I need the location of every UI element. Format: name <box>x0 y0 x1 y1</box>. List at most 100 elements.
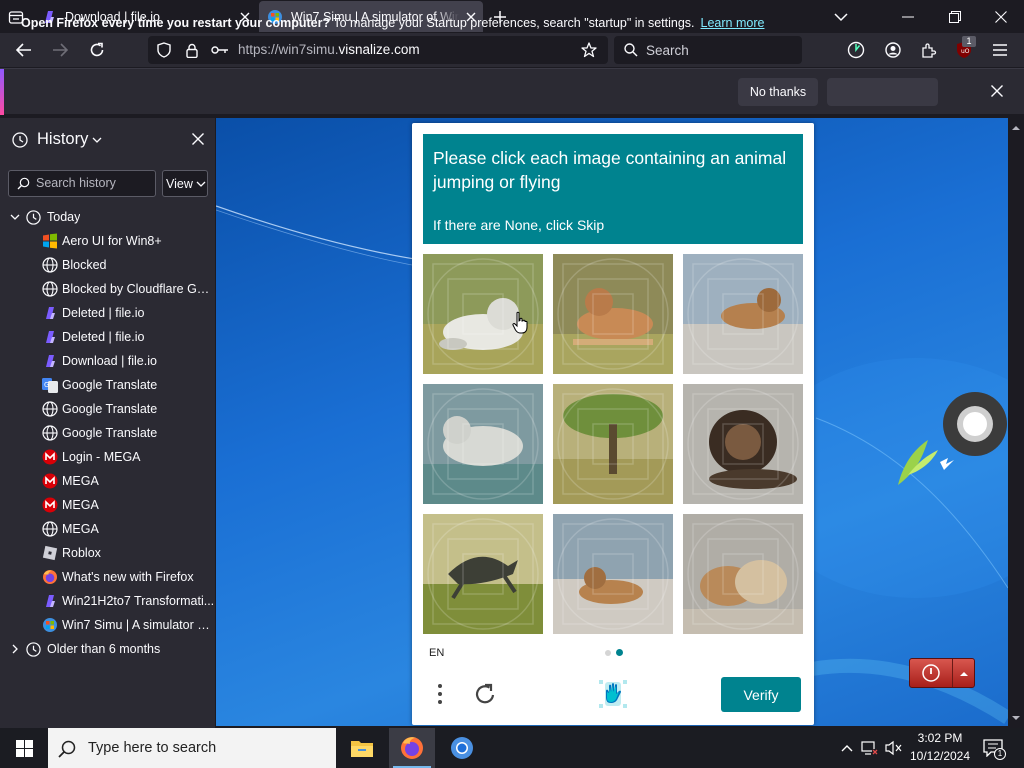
sidebar-switcher-chevron-icon[interactable] <box>90 134 104 146</box>
search-icon <box>56 738 78 760</box>
history-item[interactable]: MEGA <box>0 493 216 517</box>
search-placeholder: Search <box>646 43 689 58</box>
windows-start-icon[interactable] <box>0 728 48 768</box>
history-item[interactable]: What's new with Firefox <box>0 565 216 589</box>
challenge-image-tile[interactable] <box>553 254 673 374</box>
svg-text:G: G <box>44 381 49 389</box>
notification-center-icon[interactable]: 1 <box>980 736 1006 760</box>
bookmark-star-icon[interactable] <box>578 39 600 61</box>
history-item[interactable]: Deleted | file.io <box>0 325 216 349</box>
verify-button[interactable]: Verify <box>721 677 801 712</box>
clock-date[interactable]: 10/12/2024 <box>906 749 974 763</box>
history-item[interactable]: Login - MEGA <box>0 445 216 469</box>
history-item[interactable]: Blocked <box>0 253 216 277</box>
scroll-up-icon[interactable] <box>1008 120 1024 136</box>
shutdown-button[interactable] <box>909 658 975 688</box>
show-hidden-icons-chevron-icon[interactable] <box>838 738 856 758</box>
close-window-icon[interactable] <box>990 6 1012 28</box>
account-icon[interactable] <box>881 39 905 61</box>
search-bar[interactable] <box>614 36 802 64</box>
sidebar-title[interactable]: History <box>37 130 88 149</box>
history-item-label: Blocked by Cloudflare Gat... <box>62 282 216 296</box>
secondary-button[interactable] <box>827 78 938 106</box>
search-icon <box>622 41 640 59</box>
history-item-label: Aero UI for Win8+ <box>62 234 162 248</box>
globe-icon <box>42 281 58 297</box>
learn-more-link[interactable]: Learn more <box>701 16 765 30</box>
chevron-down-icon[interactable] <box>830 6 852 28</box>
back-arrow-icon[interactable] <box>12 39 36 61</box>
close-notification-icon[interactable] <box>986 80 1008 102</box>
forward-arrow-icon[interactable] <box>48 39 72 61</box>
history-item-label: Win21H2to7 Transformati... <box>62 594 215 608</box>
challenge-image-tile[interactable] <box>553 384 673 504</box>
clock-time[interactable]: 3:02 PM <box>910 731 970 745</box>
search-history-placeholder: Search history <box>36 176 116 190</box>
history-item[interactable]: Win7 Simu | A simulator of... <box>0 613 216 637</box>
extensions-icon[interactable] <box>917 39 941 61</box>
view-menu-button[interactable]: View <box>162 170 208 197</box>
scroll-down-icon[interactable] <box>1008 710 1024 726</box>
history-item[interactable]: G Google Translate <box>0 373 216 397</box>
language-selector[interactable]: EN <box>429 647 444 659</box>
clock-icon <box>26 641 41 657</box>
challenge-image-tile[interactable] <box>683 254 803 374</box>
menu-hamburger-icon[interactable] <box>988 39 1012 61</box>
chevron-down-icon <box>196 181 206 187</box>
history-item[interactable]: Google Translate <box>0 397 216 421</box>
url-text[interactable]: https://win7simu.visnalize.com <box>238 42 420 57</box>
mega-icon <box>42 449 58 465</box>
history-item[interactable]: Blocked by Cloudflare Gat... <box>0 277 216 301</box>
history-item[interactable]: Deleted | file.io <box>0 301 216 325</box>
no-thanks-button[interactable]: No thanks <box>738 78 818 106</box>
challenge-image-tile[interactable] <box>683 384 803 504</box>
collapsed-chevron-icon <box>12 644 18 654</box>
chrome-like-browser-icon[interactable] <box>440 728 484 768</box>
history-item[interactable]: Roblox <box>0 541 216 565</box>
history-item[interactable]: MEGA <box>0 517 216 541</box>
svg-text:uO: uO <box>961 48 970 55</box>
history-item[interactable]: MEGA <box>0 469 216 493</box>
notification-text: To manage your Startup preferences, sear… <box>333 16 695 30</box>
shutdown-options-arrow-icon[interactable] <box>959 670 969 678</box>
restore-icon[interactable] <box>944 6 966 28</box>
taskbar-firefox-button[interactable] <box>389 728 435 768</box>
challenge-image-tile[interactable] <box>423 514 543 634</box>
notification-title: Open Firefox every time you restart your… <box>21 16 331 30</box>
search-icon <box>15 175 31 191</box>
refresh-challenge-icon[interactable] <box>470 680 500 708</box>
history-group-older[interactable]: Older than 6 months <box>0 637 216 661</box>
history-item[interactable]: Download | file.io <box>0 349 216 373</box>
page-indicator-dot-active <box>616 649 623 656</box>
file-explorer-icon[interactable] <box>340 728 384 768</box>
challenge-prompt: Please click each image containing an an… <box>433 148 787 192</box>
sidebar-title-text: History <box>37 130 89 148</box>
firefox-view-icon[interactable] <box>844 39 868 61</box>
reload-icon[interactable] <box>85 39 109 61</box>
permissions-key-icon[interactable] <box>209 41 231 59</box>
page-scrollbar[interactable] <box>1008 118 1024 726</box>
fileio-icon <box>42 593 58 609</box>
minimize-icon[interactable] <box>897 6 919 28</box>
history-item-label: Login - MEGA <box>62 450 141 464</box>
lock-icon[interactable] <box>182 41 202 59</box>
challenge-image-tile[interactable] <box>683 514 803 634</box>
challenge-image-tile[interactable] <box>553 514 673 634</box>
history-item[interactable]: Aero UI for Win8+ <box>0 229 216 253</box>
history-item[interactable]: Win21H2to7 Transformati... <box>0 589 216 613</box>
globe-icon <box>42 521 58 537</box>
more-options-icon[interactable] <box>430 680 450 708</box>
history-item[interactable]: Google Translate <box>0 421 216 445</box>
challenge-image-tile[interactable] <box>423 384 543 504</box>
network-icon[interactable] <box>860 738 880 758</box>
volume-muted-icon[interactable] <box>884 738 904 758</box>
tracking-shield-icon[interactable] <box>154 41 174 59</box>
history-item-label: What's new with Firefox <box>62 570 194 584</box>
history-item-label: Win7 Simu | A simulator of... <box>62 618 216 632</box>
assistive-touch-button[interactable] <box>943 392 1007 456</box>
history-group-today[interactable]: Today <box>0 205 216 229</box>
win7simu-icon <box>42 617 58 633</box>
history-item-label: Google Translate <box>62 426 158 440</box>
fileio-icon <box>42 329 58 345</box>
close-sidebar-icon[interactable] <box>188 129 208 149</box>
